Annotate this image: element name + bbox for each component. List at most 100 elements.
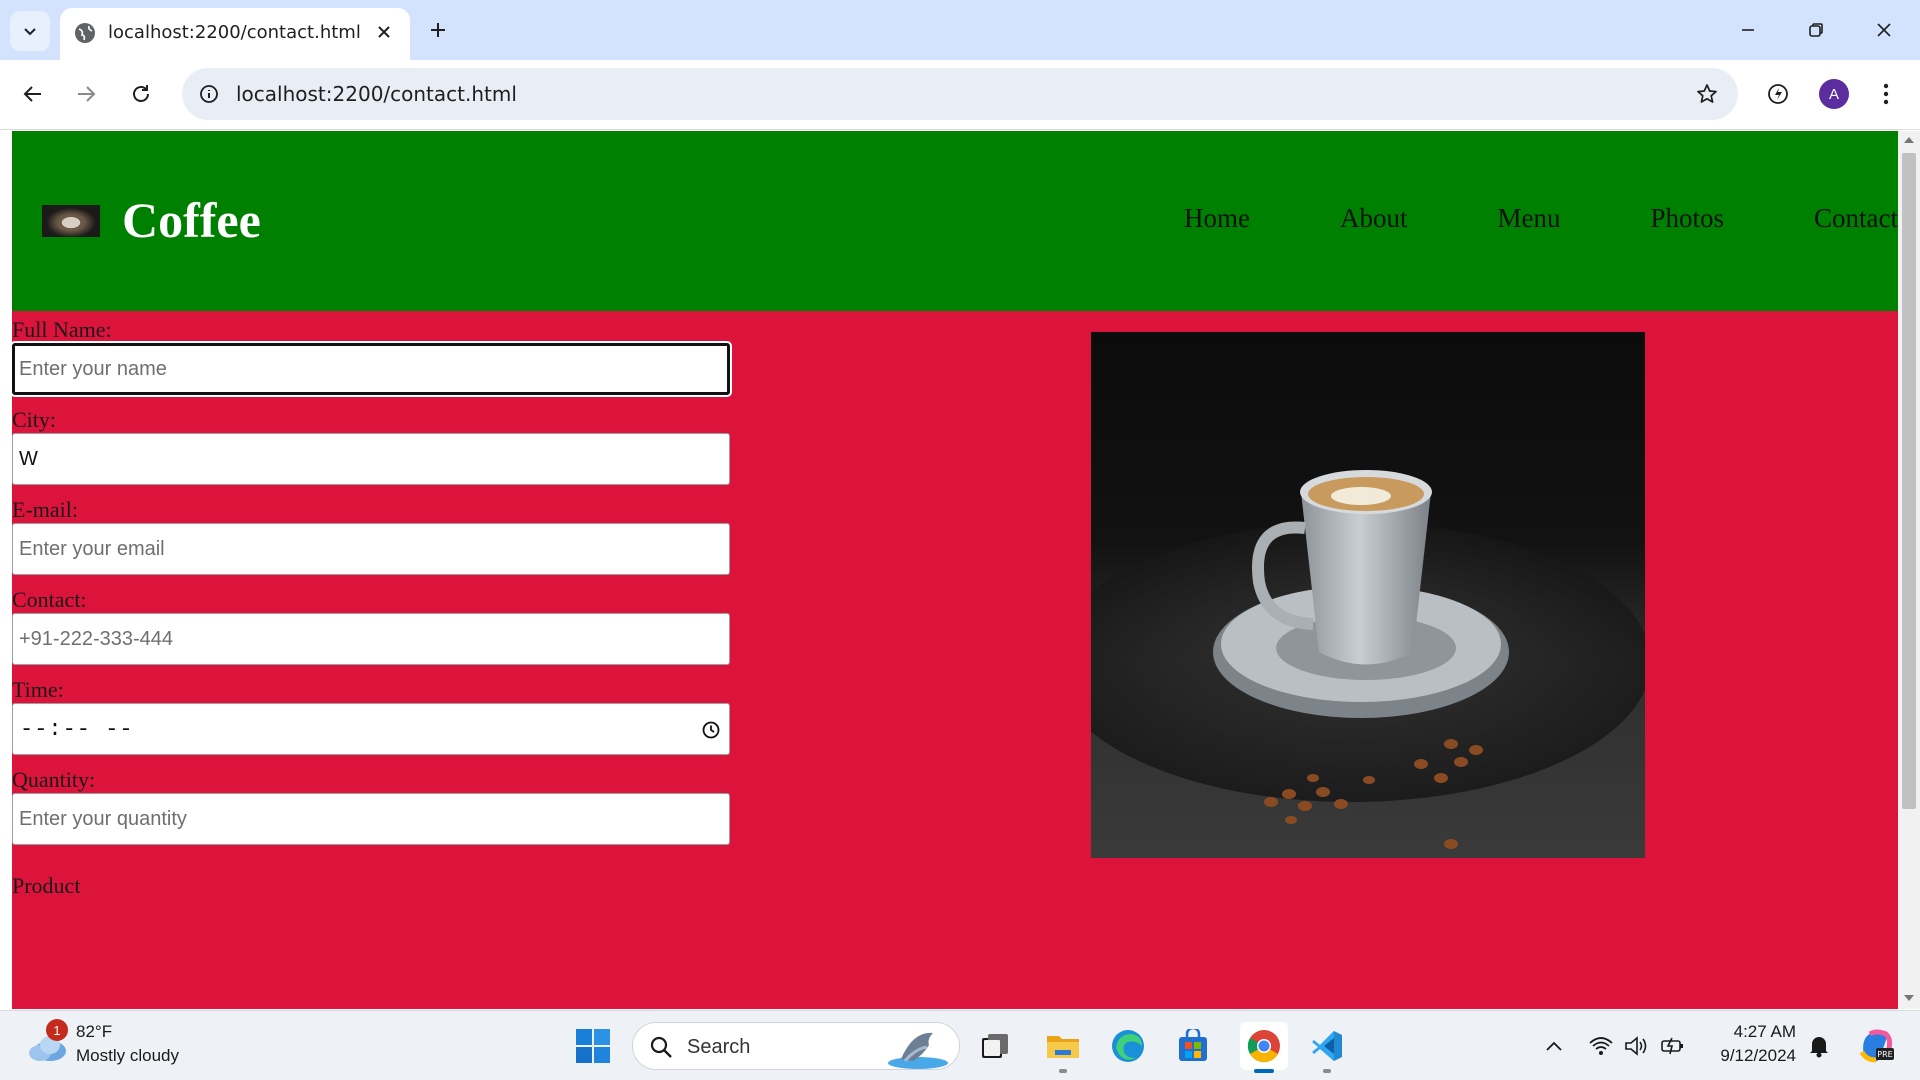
clock-icon[interactable]	[701, 720, 721, 740]
coffee-cup-image	[1091, 332, 1645, 858]
plus-icon	[431, 23, 445, 37]
chrome-active-indicator	[1254, 1069, 1274, 1073]
site-title: Coffee	[122, 192, 261, 248]
performance-button[interactable]	[1760, 76, 1796, 112]
nav-photos[interactable]: Photos	[1650, 203, 1724, 234]
folder-icon	[1047, 1036, 1079, 1058]
tab-close-button[interactable]	[372, 20, 396, 44]
edge-button[interactable]	[1107, 1025, 1149, 1067]
time-label: Time:	[12, 677, 64, 702]
wifi-icon	[1589, 1037, 1613, 1055]
field-contact: Contact:	[12, 587, 732, 665]
close-icon	[1877, 23, 1891, 37]
email-label: E-mail:	[12, 497, 78, 522]
close-icon	[378, 26, 390, 38]
page-scrollbar[interactable]	[1898, 131, 1920, 1009]
file-explorer-running-indicator	[1059, 1069, 1067, 1073]
weather-alert-badge: 1	[46, 1019, 68, 1041]
clock-date: 9/12/2024	[1720, 1046, 1796, 1065]
nav-home[interactable]: Home	[1184, 203, 1250, 234]
search-icon	[650, 1036, 672, 1058]
browser-tab-active[interactable]: localhost:2200/contact.html	[60, 8, 410, 60]
contact-input[interactable]	[12, 613, 730, 665]
reload-button[interactable]	[123, 76, 159, 112]
store-icon	[1179, 1029, 1207, 1061]
taskbar-search[interactable]: Search	[632, 1022, 960, 1070]
time-value: --:-- --	[20, 717, 134, 742]
scroll-thumb[interactable]	[1902, 153, 1916, 809]
nav-about[interactable]: About	[1340, 203, 1408, 234]
reload-icon	[133, 85, 149, 102]
page-viewport: Coffee Home About Menu Photos Contact Fu…	[0, 131, 1898, 1009]
task-view-button[interactable]	[974, 1025, 1016, 1067]
browser-tabstrip: localhost:2200/contact.html	[0, 0, 1920, 60]
scroll-down-arrow-icon[interactable]	[1904, 995, 1914, 1001]
site-info-button[interactable]	[196, 81, 222, 107]
nav-contact[interactable]: Contact	[1814, 203, 1898, 234]
product-label: Product	[12, 873, 81, 898]
field-city: City:	[12, 407, 732, 485]
full-name-label: Full Name:	[12, 317, 112, 342]
quantity-input[interactable]	[12, 793, 730, 845]
notifications-button[interactable]	[1806, 1033, 1832, 1059]
restore-button[interactable]	[1796, 12, 1836, 48]
arrow-left-icon	[23, 86, 41, 102]
file-explorer-button[interactable]	[1042, 1025, 1084, 1067]
bookmark-button[interactable]	[1694, 81, 1720, 107]
store-button[interactable]	[1172, 1025, 1214, 1067]
chrome-button[interactable]	[1240, 1022, 1288, 1070]
address-bar[interactable]: localhost:2200/contact.html	[182, 68, 1738, 120]
restore-icon	[1809, 23, 1823, 37]
close-window-button[interactable]	[1864, 12, 1904, 48]
start-button[interactable]	[572, 1025, 614, 1067]
battery-charging-icon	[1661, 1037, 1683, 1055]
quantity-label: Quantity:	[12, 767, 96, 792]
field-quantity: Quantity:	[12, 767, 732, 845]
coffee-cup-illustration	[1091, 470, 1645, 849]
search-highlight-dolphin-icon	[888, 1032, 948, 1069]
edge-icon	[1112, 1030, 1144, 1062]
nav-menu[interactable]: Menu	[1497, 203, 1560, 234]
new-tab-button[interactable]	[424, 16, 452, 44]
url-text[interactable]: localhost:2200/contact.html	[236, 82, 517, 106]
time-input[interactable]: --:-- --	[12, 703, 730, 755]
field-full-name: Full Name:	[12, 317, 732, 395]
scroll-up-arrow-icon[interactable]	[1904, 137, 1914, 143]
info-icon	[200, 85, 218, 103]
chrome-icon	[1247, 1030, 1280, 1063]
vscode-button[interactable]	[1306, 1025, 1348, 1067]
weather-condition: Mostly cloudy	[76, 1046, 179, 1065]
contact-form: Full Name: City: E-mail: Contact: Time: …	[12, 317, 732, 899]
tab-title: localhost:2200/contact.html	[108, 22, 361, 43]
forward-button[interactable]	[68, 76, 104, 112]
show-hidden-icons-button[interactable]	[1541, 1033, 1567, 1059]
copilot-button[interactable]: PRE	[1856, 1026, 1896, 1066]
field-email: E-mail:	[12, 497, 732, 575]
full-name-input[interactable]	[12, 343, 730, 395]
speaker-icon	[1625, 1036, 1647, 1056]
contact-page: Coffee Home About Menu Photos Contact Fu…	[12, 131, 1898, 1009]
wifi-button[interactable]	[1588, 1033, 1614, 1059]
city-input[interactable]	[12, 433, 730, 485]
logo-image	[42, 205, 100, 237]
vscode-running-indicator	[1323, 1069, 1331, 1073]
windows-logo-icon	[576, 1029, 610, 1063]
profile-avatar[interactable]: A	[1819, 79, 1849, 109]
minimize-button[interactable]	[1728, 12, 1768, 48]
browser-toolbar: localhost:2200/contact.html A	[0, 60, 1920, 130]
minimize-icon	[1742, 29, 1754, 31]
menu-button[interactable]	[1868, 76, 1904, 112]
bell-icon	[1810, 1037, 1828, 1058]
energy-saver-icon	[1768, 84, 1788, 104]
back-button[interactable]	[15, 76, 51, 112]
tab-search-button[interactable]	[10, 11, 50, 51]
more-vertical-icon	[1883, 83, 1889, 105]
battery-button[interactable]	[1660, 1033, 1686, 1059]
task-view-icon	[982, 1034, 1008, 1058]
email-input[interactable]	[12, 523, 730, 575]
globe-icon	[75, 23, 95, 43]
volume-button[interactable]	[1624, 1033, 1650, 1059]
chevron-down-icon	[24, 28, 36, 36]
site-header: Coffee Home About Menu Photos Contact	[12, 131, 1898, 311]
weather-temperature: 82°F	[76, 1022, 113, 1041]
